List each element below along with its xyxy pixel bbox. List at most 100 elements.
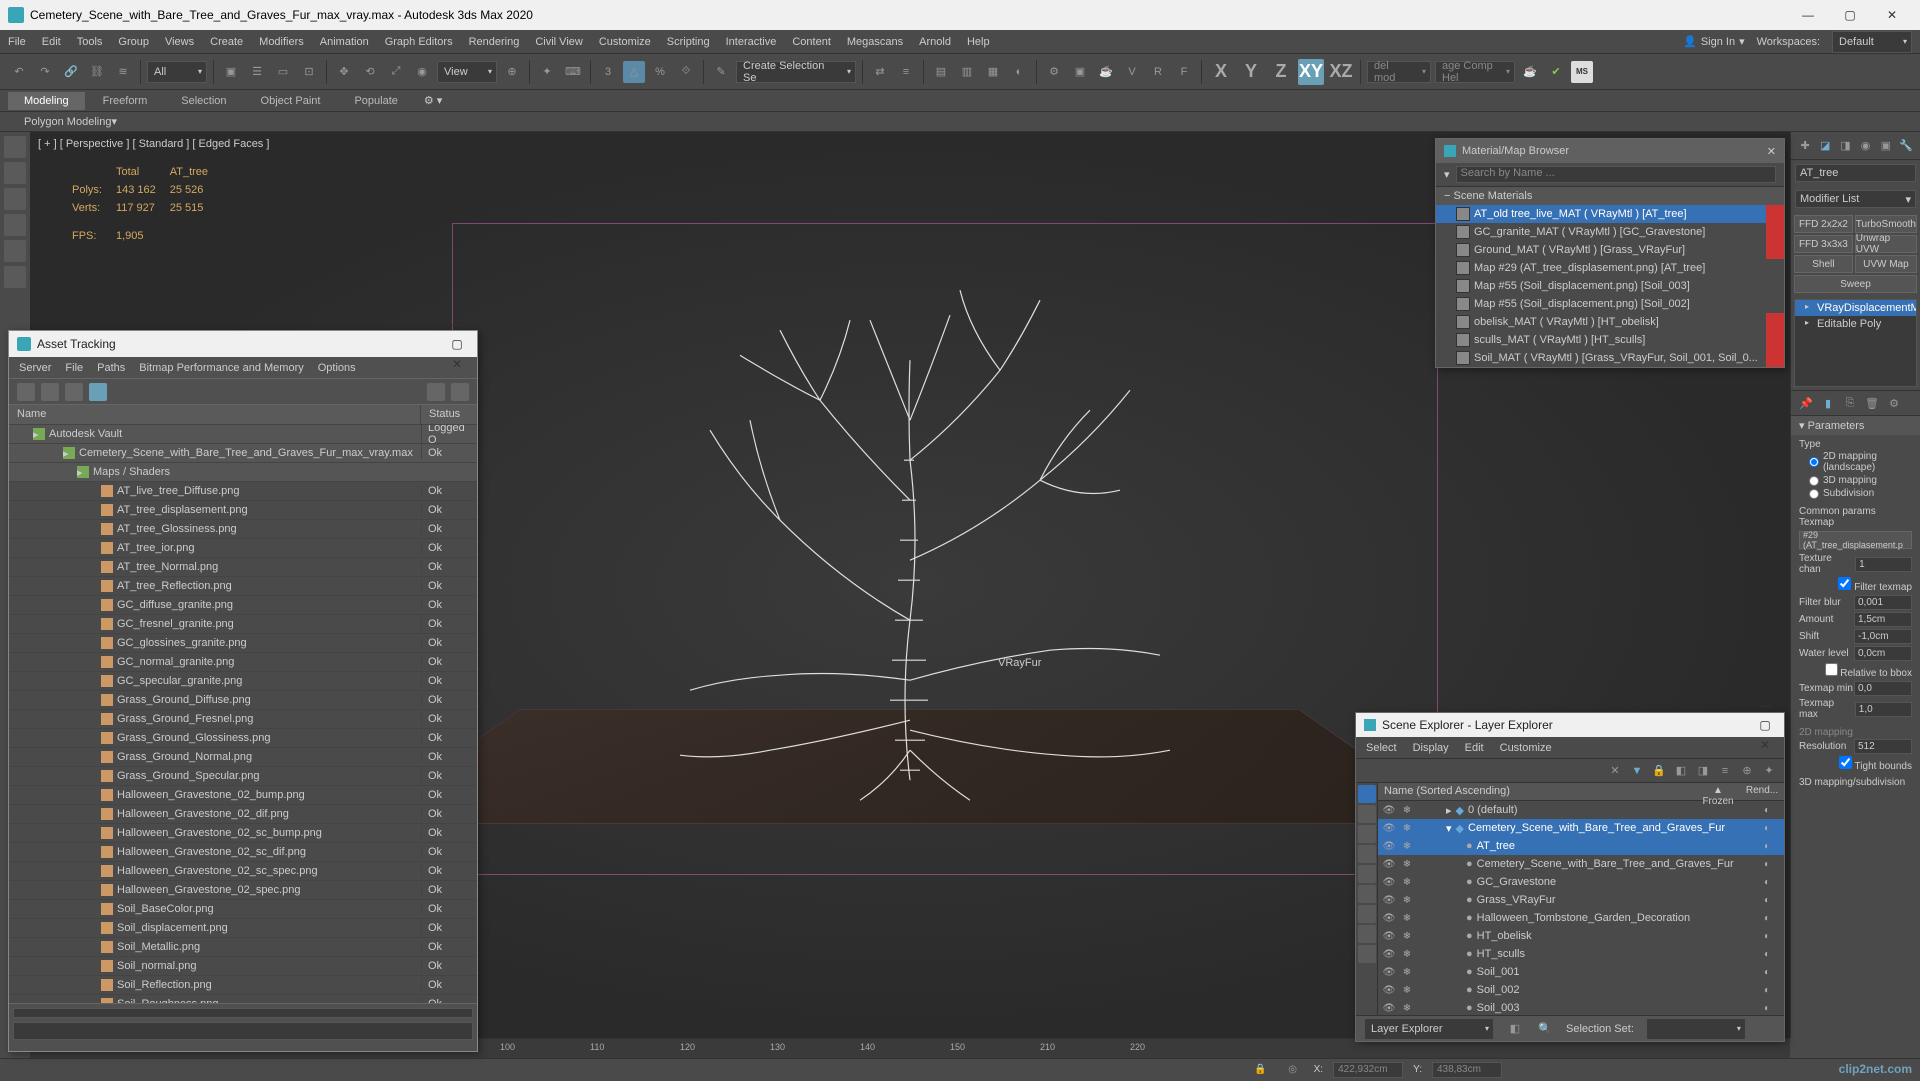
renderable-icon[interactable]: ◐ [1760, 893, 1774, 907]
asset-file-row[interactable]: Halloween_Gravestone_02_sc_bump.pngOk [9, 824, 477, 843]
asset-file-row[interactable]: AT_live_tree_Diffuse.pngOk [9, 482, 477, 501]
scene-type-camera-icon[interactable] [1358, 845, 1376, 863]
menu-file[interactable]: File [8, 36, 26, 48]
scene-menu-edit[interactable]: Edit [1465, 742, 1484, 754]
ribbon-tab-populate[interactable]: Populate [338, 92, 413, 110]
ref-coord-dropdown[interactable]: View [437, 61, 497, 83]
scene-node[interactable]: 👁❄ ● Halloween_Tombstone_Garden_Decorati… [1378, 909, 1784, 927]
modifier-editable poly[interactable]: Editable Poly [1795, 316, 1916, 332]
type-radio-2[interactable]: Subdivision [1799, 487, 1912, 500]
asset-file-row[interactable]: AT_tree_Normal.pngOk [9, 558, 477, 577]
custom-input-2[interactable]: age Comp Hel [1435, 61, 1515, 83]
scene-type-bone-icon[interactable] [1358, 905, 1376, 923]
type-radio-1[interactable]: 3D mapping [1799, 474, 1912, 487]
asset-file-row[interactable]: Soil_normal.pngOk [9, 957, 477, 976]
asset-file-row[interactable]: Grass_Ground_Glossiness.pngOk [9, 729, 477, 748]
asset-file-row[interactable]: GC_glossines_granite.pngOk [9, 634, 477, 653]
vray-icon[interactable]: V [1121, 61, 1143, 83]
pivot-icon[interactable]: ⊕ [501, 61, 523, 83]
custom-input-1[interactable]: del mod [1367, 61, 1431, 83]
axis-y-button[interactable]: Y [1238, 59, 1264, 85]
asset-file-row[interactable]: Grass_Ground_Diffuse.pngOk [9, 691, 477, 710]
material-item[interactable]: Ground_MAT ( VRayMtl ) [Grass_VRayFur] [1436, 241, 1784, 259]
asset-menu-file[interactable]: File [65, 362, 83, 374]
material-search-input[interactable]: Search by Name ... [1456, 166, 1776, 183]
scene-node[interactable]: 👁❄ ● GC_Gravestone◐ [1378, 873, 1784, 891]
scene-footer-layer-icon[interactable]: ◧ [1506, 1020, 1524, 1038]
asset-file-row[interactable]: AT_tree_Reflection.pngOk [9, 577, 477, 596]
scene-layer-icon[interactable]: ◧ [1672, 762, 1690, 780]
scene-filter-icon[interactable]: ▼ [1628, 762, 1646, 780]
freeze-icon[interactable]: ❄ [1400, 965, 1414, 979]
configure-icon[interactable]: ⚙ [1885, 394, 1903, 412]
tight-bounds-check[interactable]: Tight bounds [1839, 756, 1912, 772]
asset-group-row[interactable]: ▸Autodesk VaultLogged O [9, 425, 477, 444]
render-icon[interactable]: ☕ [1095, 61, 1117, 83]
asset-refresh-icon[interactable] [17, 383, 35, 401]
scene-col-frozen[interactable]: ▲ Frozen [1696, 783, 1740, 800]
renderable-icon[interactable]: ◐ [1760, 857, 1774, 871]
ribbon-tab-freeform[interactable]: Freeform [87, 92, 164, 110]
scene-node[interactable]: 👁❄ ● Soil_001◐ [1378, 963, 1784, 981]
modifier-btn-ffd-3x3x3[interactable]: FFD 3x3x3 [1794, 235, 1853, 253]
scene-node[interactable]: 👁❄ ● AT_tree◐ [1378, 837, 1784, 855]
asset-path-input[interactable] [13, 1022, 473, 1040]
scene-materials-header[interactable]: − Scene Materials [1436, 187, 1784, 205]
asset-menu-options[interactable]: Options [318, 362, 356, 374]
asset-file-row[interactable]: AT_tree_Glossiness.pngOk [9, 520, 477, 539]
signin-button[interactable]: 👤 Sign In ▾ [1683, 35, 1744, 48]
unlink-icon[interactable]: ⛓ [86, 61, 108, 83]
modifier-btn-ffd-2x2x2[interactable]: FFD 2x2x2 [1794, 215, 1853, 233]
asset-file-row[interactable]: Soil_displacement.pngOk [9, 919, 477, 938]
named-selection-dropdown[interactable]: Create Selection Se [736, 61, 856, 83]
scene-type-light-icon[interactable] [1358, 825, 1376, 843]
vp-layout-5-icon[interactable] [4, 240, 26, 262]
scene-col-name[interactable]: Name (Sorted Ascending) [1378, 783, 1696, 800]
layer-explorer-dropdown[interactable]: Layer Explorer [1364, 1018, 1494, 1040]
freeze-icon[interactable]: ❄ [1400, 857, 1414, 871]
show-end-icon[interactable]: ▮ [1819, 394, 1837, 412]
scene-expand-icon[interactable]: ⊕ [1738, 762, 1756, 780]
scene-node[interactable]: 👁❄ ● Soil_003◐ [1378, 999, 1784, 1015]
asset-col-status[interactable]: Status [421, 405, 477, 424]
vp-layout-4-icon[interactable] [4, 214, 26, 236]
visibility-icon[interactable]: 👁 [1382, 893, 1396, 907]
material-item[interactable]: obelisk_MAT ( VRayMtl ) [HT_obelisk] [1436, 313, 1784, 331]
asset-file-row[interactable]: Grass_Ground_Normal.pngOk [9, 748, 477, 767]
menu-tools[interactable]: Tools [77, 36, 103, 48]
redo-icon[interactable]: ↷ [34, 61, 56, 83]
modifier-stack[interactable]: VRayDisplacementModEditable Poly [1794, 299, 1917, 387]
scene-max-button[interactable]: ▢ [1754, 715, 1776, 735]
asset-file-row[interactable]: Halloween_Gravestone_02_sc_spec.pngOk [9, 862, 477, 881]
scene-node[interactable]: 👁❄ ● HT_obelisk◐ [1378, 927, 1784, 945]
axis-xy-button[interactable]: XY [1298, 59, 1324, 85]
asset-file-row[interactable]: GC_fresnel_granite.pngOk [9, 615, 477, 634]
render-setup-icon[interactable]: ⚙ [1043, 61, 1065, 83]
vp-layout-3-icon[interactable] [4, 188, 26, 210]
scene-type-group-icon[interactable] [1358, 925, 1376, 943]
asset-file-row[interactable]: Halloween_Gravestone_02_spec.pngOk [9, 881, 477, 900]
menu-create[interactable]: Create [210, 36, 243, 48]
vp-layout-6-icon[interactable] [4, 266, 26, 288]
renderable-icon[interactable]: ◐ [1760, 983, 1774, 997]
mat-close-button[interactable]: ✕ [1767, 145, 1776, 158]
hierarchy-tab-icon[interactable]: ◨ [1837, 137, 1853, 155]
asset-help-icon[interactable] [427, 383, 445, 401]
parameters-rollout[interactable]: ▾ Parameters [1791, 416, 1920, 435]
visibility-icon[interactable]: 👁 [1382, 929, 1396, 943]
maximize-button[interactable]: ▢ [1830, 5, 1870, 25]
modifier-vraydisplacementmod[interactable]: VRayDisplacementMod [1795, 300, 1916, 316]
axis-x-button[interactable]: X [1208, 59, 1234, 85]
scene-lock-icon[interactable]: 🔒 [1650, 762, 1668, 780]
scene-type-shape-icon[interactable] [1358, 805, 1376, 823]
menu-interactive[interactable]: Interactive [726, 36, 777, 48]
axis-z-button[interactable]: Z [1268, 59, 1294, 85]
close-button[interactable]: ✕ [1872, 5, 1912, 25]
asset-file-row[interactable]: GC_specular_granite.pngOk [9, 672, 477, 691]
rect-region-icon[interactable]: ▭ [272, 61, 294, 83]
asset-file-row[interactable]: GC_diffuse_granite.pngOk [9, 596, 477, 615]
scene-node[interactable]: 👁❄▾ ◆ Cemetery_Scene_with_Bare_Tree_and_… [1378, 819, 1784, 837]
visibility-icon[interactable]: 👁 [1382, 965, 1396, 979]
asset-menu-server[interactable]: Server [19, 362, 51, 374]
asset-file-row[interactable]: AT_tree_displasement.pngOk [9, 501, 477, 520]
